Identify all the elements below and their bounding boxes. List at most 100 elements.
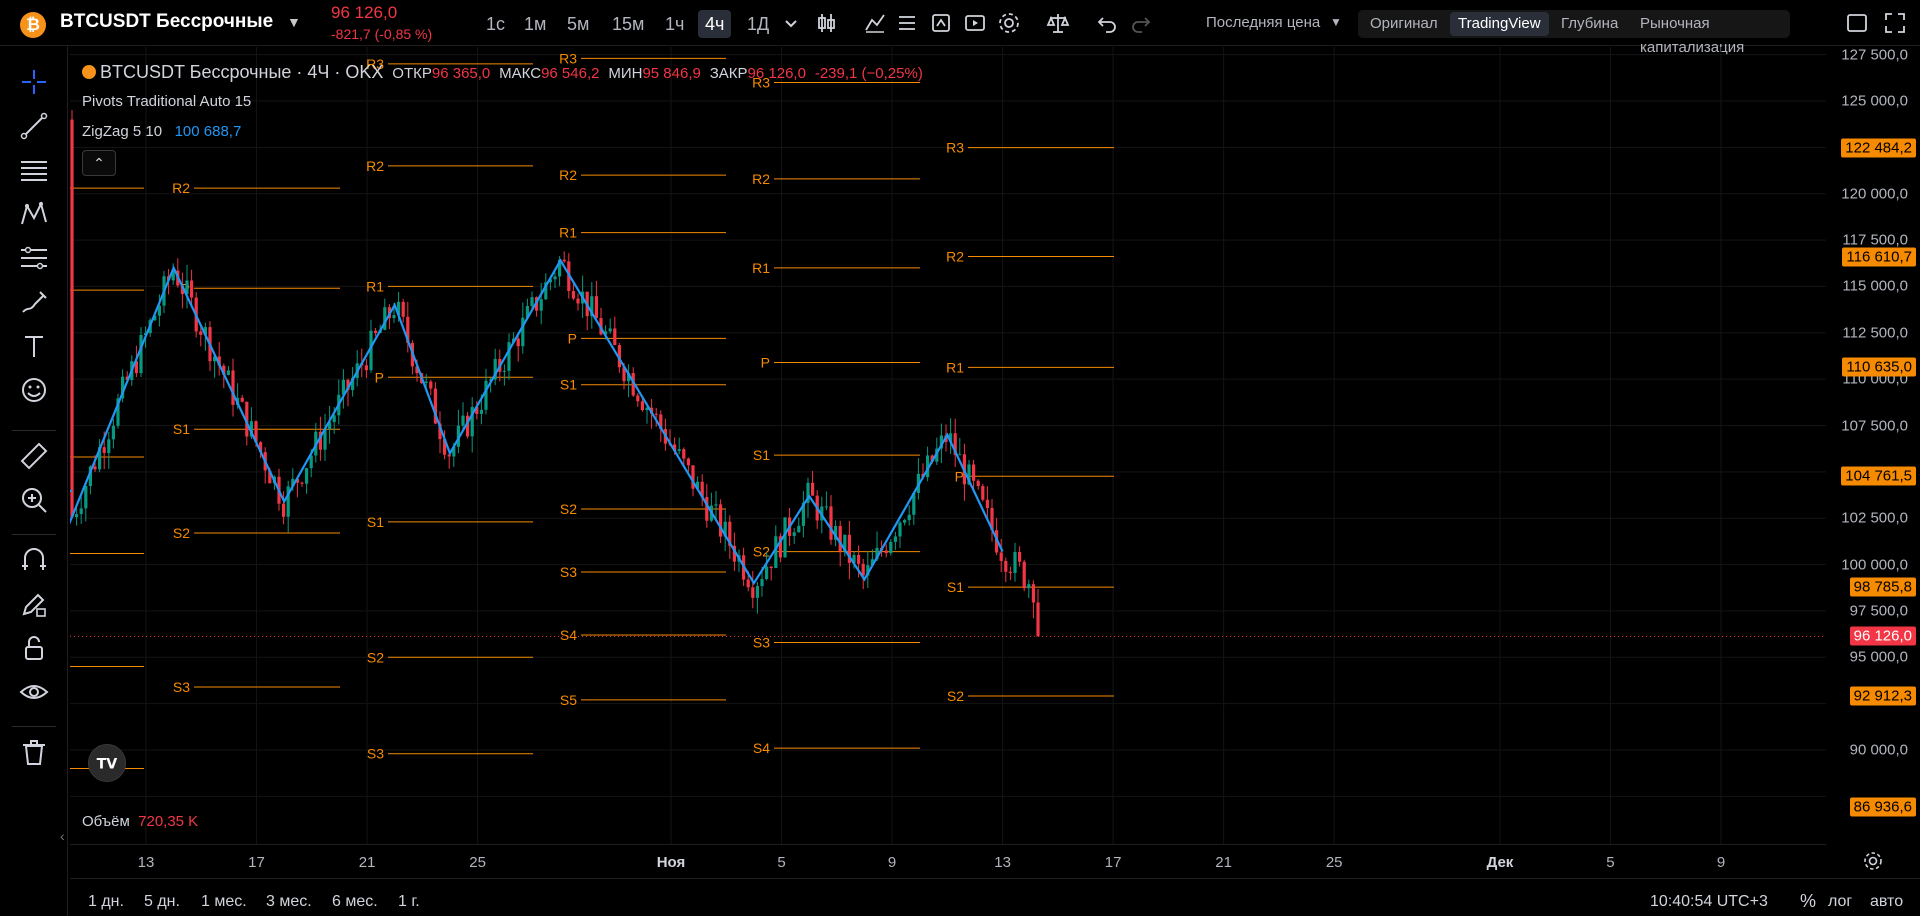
alert-icon[interactable] xyxy=(928,10,954,36)
bottom-bar: 1 дн. 5 дн. 1 мес. 3 мес. 6 мес. 1 г. 10… xyxy=(70,878,1920,916)
candle-body xyxy=(240,397,244,402)
percent-toggle[interactable]: % xyxy=(1800,891,1816,912)
price-axis-label: 112 500,0 xyxy=(1842,324,1908,342)
view-original[interactable]: Оригинал xyxy=(1362,12,1446,36)
magnet-icon[interactable] xyxy=(18,544,50,576)
eye-icon[interactable] xyxy=(18,676,50,708)
pivot-level-label: S2 xyxy=(367,649,384,665)
range-1d[interactable]: 1 дн. xyxy=(88,893,124,911)
horizontal-lines-icon[interactable] xyxy=(18,154,50,186)
legend-symbol[interactable]: BTCUSDT Бессрочные · 4Ч · OKX xyxy=(100,62,383,82)
replay-icon[interactable] xyxy=(962,10,988,36)
timeframe-1m[interactable]: 1м xyxy=(517,10,553,38)
candle-body xyxy=(1004,560,1008,572)
range-1m[interactable]: 1 мес. xyxy=(201,893,247,911)
candle-body xyxy=(305,468,309,484)
time-axis-label: 25 xyxy=(1325,854,1343,871)
range-5d[interactable]: 5 дн. xyxy=(144,893,180,911)
timeframe-5m[interactable]: 5м xyxy=(560,10,596,38)
undo-icon[interactable] xyxy=(1094,10,1120,36)
pivot-level-label: R2 xyxy=(559,167,577,183)
timeframe-1s[interactable]: 1с xyxy=(479,10,512,38)
volume-legend[interactable]: Объём 720,35 K xyxy=(82,813,198,830)
trash-icon[interactable] xyxy=(18,736,50,768)
pivot-level-label: S4 xyxy=(560,627,577,643)
fibonacci-icon[interactable] xyxy=(18,242,50,274)
templates-icon[interactable] xyxy=(894,10,920,36)
price-axis-label: 127 500,0 xyxy=(1841,46,1908,64)
timeframe-15m[interactable]: 15м xyxy=(605,10,651,38)
price-chart[interactable]: R2PS1S2S3R3R2R1PS1S2S3R3R2R1PS1S2S3S4S5R… xyxy=(70,47,1826,844)
price-type-selector[interactable]: Последняя цена xyxy=(1206,14,1320,31)
range-3m[interactable]: 3 мес. xyxy=(266,893,312,911)
range-6m[interactable]: 6 мес. xyxy=(332,893,378,911)
pivot-price-tag: 98 785,8 xyxy=(1849,577,1916,597)
price-axis-label: 100 000,0 xyxy=(1841,556,1908,574)
lock-icon[interactable] xyxy=(18,632,50,664)
axis-settings-gear-icon[interactable] xyxy=(1862,850,1884,872)
timeframe-1h[interactable]: 1ч xyxy=(658,10,691,38)
legend-zigzag[interactable]: ZigZag 5 10 100 688,7 xyxy=(82,123,241,140)
log-toggle[interactable]: лог xyxy=(1828,893,1852,911)
candle-body xyxy=(824,506,828,508)
candle-body xyxy=(392,315,396,319)
fullscreen-icon[interactable] xyxy=(1882,10,1908,36)
clock[interactable]: 10:40:54 UTC+3 xyxy=(1650,893,1768,911)
pattern-icon[interactable] xyxy=(18,198,50,230)
candle-body xyxy=(636,395,640,402)
time-axis[interactable]: 13 17 21 25 Ноя 5 9 13 17 21 25 Дек 5 9 xyxy=(70,844,1826,879)
candle-body xyxy=(654,413,658,415)
crosshair-icon[interactable] xyxy=(18,66,50,98)
text-icon[interactable] xyxy=(18,330,50,362)
pivot-level-label: S2 xyxy=(173,525,190,541)
emoji-icon[interactable] xyxy=(18,374,50,406)
pivot-level-label: S3 xyxy=(173,679,190,695)
redo-icon[interactable] xyxy=(1128,10,1154,36)
candle-body xyxy=(1031,584,1035,603)
view-tradingview[interactable]: TradingView xyxy=(1450,12,1549,36)
range-1y[interactable]: 1 г. xyxy=(398,893,420,911)
pencil-lock-icon[interactable] xyxy=(18,588,50,620)
pivot-price-tag: 86 936,6 xyxy=(1849,797,1916,817)
timeframe-4h[interactable]: 4ч xyxy=(698,10,732,38)
timeframe-dropdown-icon[interactable] xyxy=(778,10,804,36)
time-axis-label: 5 xyxy=(1606,854,1615,871)
time-axis-label: 13 xyxy=(994,854,1011,871)
candle-body xyxy=(539,299,543,311)
chevron-down-icon[interactable]: ▼ xyxy=(287,14,301,30)
settings-gear-icon[interactable] xyxy=(996,10,1022,36)
chart-pane[interactable]: R2 P S1 S2 S3 R3 R2 R1 P S1 S2 S3 R3 R2 R1 P S1 S2 S3 S4 S5 R… xyxy=(70,47,1826,844)
pivot-level-label: S1 xyxy=(367,514,384,530)
candle-body xyxy=(1036,602,1040,637)
trend-line-icon[interactable] xyxy=(18,110,50,142)
legend-pivots[interactable]: Pivots Traditional Auto 15 xyxy=(82,93,251,110)
view-market-cap[interactable]: Рыночная капитализация xyxy=(1632,12,1790,56)
pivot-price-tag: 104 761,5 xyxy=(1841,466,1916,486)
candle-body xyxy=(521,317,525,347)
compare-scales-icon[interactable] xyxy=(1045,10,1071,36)
symbol-selector[interactable]: BTCUSDT Бессрочные xyxy=(60,11,273,33)
candle-body xyxy=(985,499,989,508)
chevron-down-icon[interactable]: ▼ xyxy=(1330,15,1342,29)
legend-main: BTCUSDT Бессрочные · 4Ч · OKX ОТКР96 365… xyxy=(82,62,923,83)
ruler-icon[interactable] xyxy=(18,440,50,472)
price-axis[interactable]: 127 500,0 125 000,0 120 000,0 117 500,0 115 … xyxy=(1826,46,1920,844)
tradingview-logo-icon[interactable]: TV xyxy=(88,744,126,782)
auto-toggle[interactable]: авто xyxy=(1870,893,1903,911)
brush-icon[interactable] xyxy=(18,286,50,318)
pivot-level-label: R2 xyxy=(946,249,964,265)
view-depth[interactable]: Глубина xyxy=(1553,12,1626,36)
layout-icon[interactable] xyxy=(1844,10,1870,36)
zoom-in-icon[interactable] xyxy=(18,484,50,516)
chevron-left-icon[interactable]: ‹ xyxy=(60,828,65,844)
candle-body xyxy=(571,291,575,299)
pivot-price-tag: 110 635,0 xyxy=(1842,357,1916,377)
toolbar-divider xyxy=(12,534,56,535)
candle-body xyxy=(751,587,755,598)
collapse-legend-button[interactable]: ⌃ xyxy=(82,150,116,176)
indicators-icon[interactable] xyxy=(862,10,888,36)
timeframe-1d[interactable]: 1Д xyxy=(740,10,776,38)
time-axis-label: 9 xyxy=(887,854,897,871)
candle-type-icon[interactable] xyxy=(813,10,839,36)
candle-body xyxy=(364,365,368,371)
